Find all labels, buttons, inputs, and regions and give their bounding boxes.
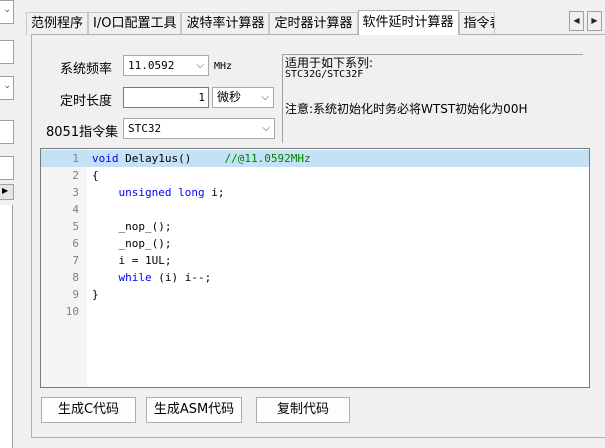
tab-scroll-right-button[interactable]: ▶ <box>587 11 602 31</box>
tab-io-config[interactable]: I/O口配置工具 <box>88 12 182 35</box>
line-number: 3 <box>72 186 79 199</box>
code-text: unsigned long i; <box>118 186 225 199</box>
mcu-combo[interactable]: STC32 ⌵ <box>123 118 275 139</box>
tab-baud-calculator[interactable]: 波特率计算器 <box>181 12 270 35</box>
freq-unit: MHz <box>214 61 233 72</box>
line-number: 6 <box>72 237 79 250</box>
generate-asm-button[interactable]: 生成ASM代码 <box>146 397 242 423</box>
line-number: 7 <box>72 254 79 267</box>
code-line: 8 while (i) i--; <box>41 269 589 286</box>
freq-value: 11.0592 <box>128 59 175 72</box>
code-text: void Delay1us() //@11.0592MHz <box>92 152 311 165</box>
copy-code-button[interactable]: 复制代码 <box>256 397 350 423</box>
left-field-3[interactable] <box>0 156 14 180</box>
code-text: { <box>92 169 99 182</box>
code-line: 4 <box>41 201 589 218</box>
code-line: 1 void Delay1us() //@11.0592MHz <box>41 150 589 167</box>
chevron-down-icon: ⌵ <box>261 92 269 103</box>
code-text: while (i) i--; <box>118 271 212 284</box>
chevron-down-icon: ⌄ <box>3 5 11 15</box>
line-number: 4 <box>72 203 79 216</box>
code-line: 10 <box>41 303 589 320</box>
time-unit-value: 微秒 <box>217 90 242 104</box>
code-text: _nop_(); <box>92 220 172 233</box>
left-combo-2[interactable]: ⌄ <box>0 76 14 100</box>
code-text: i = 1UL; <box>92 254 172 267</box>
mcu-value: STC32 <box>128 122 162 135</box>
tab-instruction-table[interactable]: 指令表 <box>458 12 495 35</box>
code-line: 6 _nop_(); <box>41 235 589 252</box>
chevron-down-icon: ⌵ <box>262 123 270 134</box>
code-line: 7 i = 1UL; <box>41 252 589 269</box>
line-number: 5 <box>72 220 79 233</box>
line-number: 2 <box>72 169 79 182</box>
mcu-label: 8051指令集 <box>46 125 119 140</box>
line-number: 8 <box>72 271 79 284</box>
code-text: _nop_(); <box>92 237 172 250</box>
tab-delay-calculator[interactable]: 软件延时计算器 <box>357 10 459 35</box>
code-editor[interactable]: 1 void Delay1us() //@11.0592MHz 2{3 unsign… <box>40 148 590 388</box>
code-line: 2{ <box>41 167 589 184</box>
tab-strip: 范例程序 I/O口配置工具 波特率计算器 定时器计算器 软件延时计算器 指令表 <box>26 10 495 35</box>
line-number: 10 <box>65 305 79 318</box>
arrow-right-icon: ▶ <box>591 16 598 25</box>
code-line: 3 unsigned long i; <box>41 184 589 201</box>
tab-scroll-left-button[interactable]: ◀ <box>569 11 584 31</box>
tab-examples[interactable]: 范例程序 <box>26 12 89 35</box>
chevron-down-icon: ⌵ <box>196 60 204 71</box>
code-line: 5 _nop_(); <box>41 218 589 235</box>
code-text: } <box>92 288 99 301</box>
line-number: 9 <box>72 288 79 301</box>
left-field-1[interactable] <box>0 40 14 64</box>
code-line: 9} <box>41 286 589 303</box>
left-combo-1[interactable]: ⌄ <box>0 0 14 24</box>
left-scroll-button[interactable]: ▶ <box>0 184 14 200</box>
wtst-note: 注意:系统初始化时务必将WTST初始化为00H <box>285 102 528 116</box>
generate-c-button[interactable]: 生成C代码 <box>41 397 136 423</box>
time-unit-combo[interactable]: 微秒 ⌵ <box>212 87 274 108</box>
freq-label: 系统频率 <box>60 62 113 77</box>
line-number: 1 <box>72 152 79 165</box>
time-input[interactable]: 1 <box>123 87 209 108</box>
tab-timer-calculator[interactable]: 定时器计算器 <box>269 12 358 35</box>
series-list: STC32G/STC32F <box>285 69 364 80</box>
arrow-right-icon: ▶ <box>2 186 9 195</box>
time-label: 定时长度 <box>60 94 113 109</box>
left-panel <box>0 205 13 448</box>
arrow-left-icon: ◀ <box>573 16 580 25</box>
freq-combo[interactable]: 11.0592 ⌵ <box>123 55 209 76</box>
left-field-2[interactable] <box>0 120 14 144</box>
chevron-down-icon: ⌄ <box>3 81 11 91</box>
